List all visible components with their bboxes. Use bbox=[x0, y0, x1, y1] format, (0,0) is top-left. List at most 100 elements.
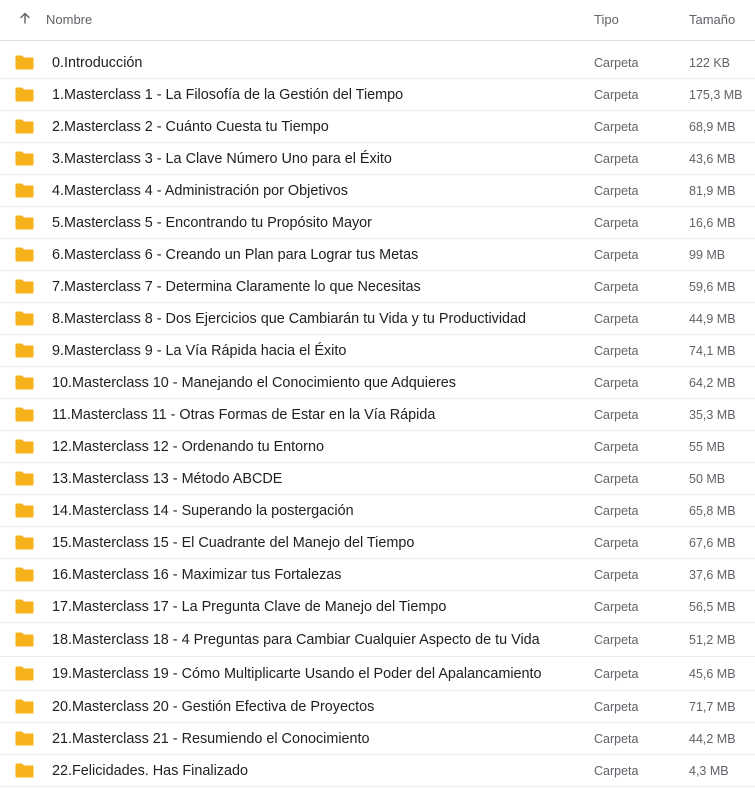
arrow-up-icon[interactable] bbox=[18, 11, 32, 25]
file-type: Carpeta bbox=[594, 763, 639, 778]
folder-icon bbox=[15, 535, 34, 550]
file-list: Nombre Tipo Tamaño 0.Introducción Carpeta… bbox=[0, 0, 755, 787]
file-type: Carpeta bbox=[594, 247, 639, 262]
list-item[interactable]: 16.Masterclass 16 - Maximizar tus Fortal… bbox=[0, 559, 755, 591]
file-type: Carpeta bbox=[594, 55, 639, 70]
list-item[interactable]: 14.Masterclass 14 - Superando la posterg… bbox=[0, 495, 755, 527]
list-item[interactable]: 17.Masterclass 17 - La Pregunta Clave de… bbox=[0, 591, 755, 623]
file-name: 9.Masterclass 9 - La Vía Rápida hacia el… bbox=[52, 342, 347, 359]
file-type: Carpeta bbox=[594, 183, 639, 198]
folder-icon bbox=[15, 731, 34, 746]
file-type: Carpeta bbox=[594, 599, 639, 614]
file-type: Carpeta bbox=[594, 343, 639, 358]
file-rows: 0.Introducción Carpeta 122 KB 1.Masterclass… bbox=[0, 47, 755, 787]
folder-icon bbox=[15, 247, 34, 262]
list-item[interactable]: 8.Masterclass 8 - Dos Ejercicios que Cam… bbox=[0, 303, 755, 335]
file-size: 65,8 MB bbox=[689, 503, 736, 518]
file-type: Carpeta bbox=[594, 407, 639, 422]
file-name: 16.Masterclass 16 - Maximizar tus Fortal… bbox=[52, 566, 342, 583]
file-type: Carpeta bbox=[594, 119, 639, 134]
list-item[interactable]: 7.Masterclass 7 - Determina Claramente l… bbox=[0, 271, 755, 303]
file-type: Carpeta bbox=[594, 87, 639, 102]
list-item[interactable]: 18.Masterclass 18 - 4 Preguntas para Cam… bbox=[0, 623, 755, 657]
file-size: 64,2 MB bbox=[689, 375, 736, 390]
file-name: 2.Masterclass 2 - Cuánto Cuesta tu Tiemp… bbox=[52, 118, 329, 135]
folder-icon bbox=[15, 151, 34, 166]
folder-icon bbox=[15, 632, 34, 647]
list-item[interactable]: 12.Masterclass 12 - Ordenando tu Entorno… bbox=[0, 431, 755, 463]
file-size: 81,9 MB bbox=[689, 183, 736, 198]
file-size: 71,7 MB bbox=[689, 699, 736, 714]
list-item[interactable]: 19.Masterclass 19 - Cómo Multiplicarte U… bbox=[0, 657, 755, 691]
file-name: 5.Masterclass 5 - Encontrando tu Propósi… bbox=[52, 214, 372, 231]
file-size: 44,2 MB bbox=[689, 731, 736, 746]
file-size: 56,5 MB bbox=[689, 599, 736, 614]
file-size: 45,6 MB bbox=[689, 666, 736, 681]
file-type: Carpeta bbox=[594, 632, 639, 647]
type-column-header[interactable]: Tipo bbox=[594, 12, 619, 27]
file-type: Carpeta bbox=[594, 699, 639, 714]
folder-icon bbox=[15, 343, 34, 358]
folder-icon bbox=[15, 87, 34, 102]
list-item[interactable]: 13.Masterclass 13 - Método ABCDE Carpeta 5… bbox=[0, 463, 755, 495]
list-item[interactable]: 15.Masterclass 15 - El Cuadrante del Man… bbox=[0, 527, 755, 559]
file-size: 16,6 MB bbox=[689, 215, 736, 230]
file-name: 6.Masterclass 6 - Creando un Plan para L… bbox=[52, 246, 419, 263]
file-name: 14.Masterclass 14 - Superando la posterg… bbox=[52, 502, 354, 519]
name-column-header[interactable]: Nombre bbox=[46, 12, 92, 27]
file-size: 99 MB bbox=[689, 247, 726, 262]
file-name: 7.Masterclass 7 - Determina Claramente l… bbox=[52, 278, 421, 295]
file-name: 18.Masterclass 18 - 4 Preguntas para Cam… bbox=[52, 631, 540, 648]
file-type: Carpeta bbox=[594, 311, 639, 326]
file-name: 10.Masterclass 10 - Manejando el Conocim… bbox=[52, 374, 456, 391]
file-name: 4.Masterclass 4 - Administración por Obj… bbox=[52, 182, 348, 199]
file-name: 1.Masterclass 1 - La Filosofía de la Ges… bbox=[52, 86, 404, 103]
file-name: 21.Masterclass 21 - Resumiendo el Conoci… bbox=[52, 730, 370, 747]
file-type: Carpeta bbox=[594, 535, 639, 550]
folder-icon bbox=[15, 503, 34, 518]
folder-icon bbox=[15, 439, 34, 454]
folder-icon bbox=[15, 215, 34, 230]
list-item[interactable]: 5.Masterclass 5 - Encontrando tu Propósi… bbox=[0, 207, 755, 239]
list-item[interactable]: 0.Introducción Carpeta 122 KB bbox=[0, 47, 755, 79]
list-item[interactable]: 1.Masterclass 1 - La Filosofía de la Ges… bbox=[0, 79, 755, 111]
file-size: 175,3 MB bbox=[689, 87, 743, 102]
folder-icon bbox=[15, 763, 34, 778]
size-column-header[interactable]: Tamaño bbox=[689, 12, 735, 27]
file-name: 0.Introducción bbox=[52, 54, 143, 71]
file-size: 35,3 MB bbox=[689, 407, 736, 422]
file-type: Carpeta bbox=[594, 503, 639, 518]
list-item[interactable]: 4.Masterclass 4 - Administración por Obj… bbox=[0, 175, 755, 207]
file-size: 122 KB bbox=[689, 55, 731, 70]
file-name: 17.Masterclass 17 - La Pregunta Clave de… bbox=[52, 598, 447, 615]
folder-icon bbox=[15, 55, 34, 70]
file-type: Carpeta bbox=[594, 731, 639, 746]
column-header: Nombre Tipo Tamaño bbox=[0, 0, 755, 41]
folder-icon bbox=[15, 666, 34, 681]
folder-icon bbox=[15, 567, 34, 582]
list-item[interactable]: 22.Felicidades. Has Finalizado Carpeta 4,3… bbox=[0, 755, 755, 787]
file-type: Carpeta bbox=[594, 279, 639, 294]
file-type: Carpeta bbox=[594, 567, 639, 582]
list-item[interactable]: 6.Masterclass 6 - Creando un Plan para L… bbox=[0, 239, 755, 271]
file-name: 13.Masterclass 13 - Método ABCDE bbox=[52, 470, 283, 487]
file-type: Carpeta bbox=[594, 439, 639, 454]
list-item[interactable]: 2.Masterclass 2 - Cuánto Cuesta tu Tiemp… bbox=[0, 111, 755, 143]
folder-icon bbox=[15, 279, 34, 294]
list-item[interactable]: 11.Masterclass 11 - Otras Formas de Esta… bbox=[0, 399, 755, 431]
file-size: 59,6 MB bbox=[689, 279, 736, 294]
file-type: Carpeta bbox=[594, 375, 639, 390]
file-size: 74,1 MB bbox=[689, 343, 736, 358]
list-item[interactable]: 9.Masterclass 9 - La Vía Rápida hacia el… bbox=[0, 335, 755, 367]
file-size: 55 MB bbox=[689, 439, 726, 454]
file-type: Carpeta bbox=[594, 666, 639, 681]
folder-icon bbox=[15, 311, 34, 326]
file-size: 4,3 MB bbox=[689, 763, 729, 778]
file-size: 68,9 MB bbox=[689, 119, 736, 134]
list-item[interactable]: 3.Masterclass 3 - La Clave Número Uno pa… bbox=[0, 143, 755, 175]
folder-icon bbox=[15, 119, 34, 134]
list-item[interactable]: 10.Masterclass 10 - Manejando el Conocim… bbox=[0, 367, 755, 399]
list-item[interactable]: 20.Masterclass 20 - Gestión Efectiva de … bbox=[0, 691, 755, 723]
file-size: 67,6 MB bbox=[689, 535, 736, 550]
list-item[interactable]: 21.Masterclass 21 - Resumiendo el Conoci… bbox=[0, 723, 755, 755]
